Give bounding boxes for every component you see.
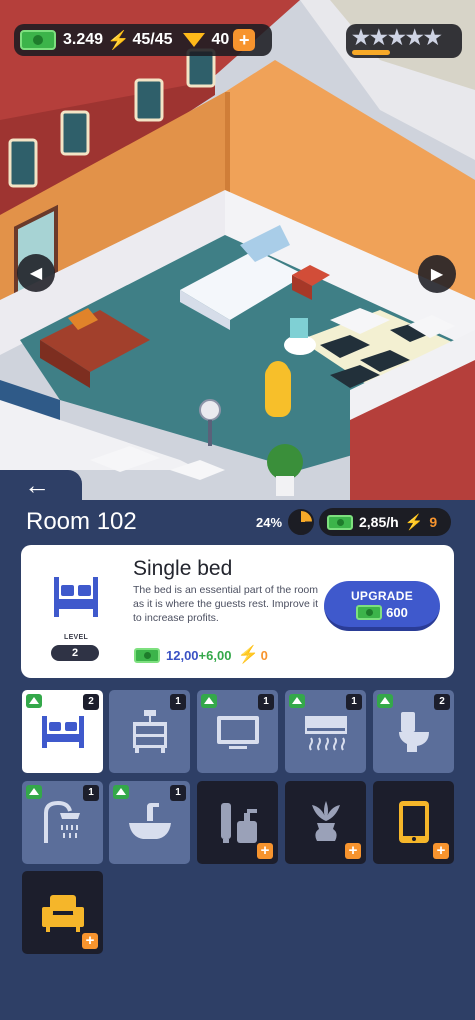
upgrade-available-icon <box>26 785 42 799</box>
unlock-plus-button[interactable]: + <box>82 933 98 949</box>
rating-stars-icon: ★★★★★ <box>352 26 442 49</box>
level-label: LEVEL <box>64 634 89 641</box>
item-count: 1 <box>83 785 99 801</box>
item-tile-bed[interactable]: 2 <box>22 690 103 773</box>
unlock-plus-button[interactable]: + <box>257 843 273 859</box>
upgrade-available-icon <box>289 694 305 708</box>
completion-pie-icon <box>288 509 315 535</box>
previous-room-button[interactable]: ◀ <box>17 254 55 292</box>
item-count: 2 <box>83 694 99 710</box>
back-button[interactable]: ← <box>0 470 82 500</box>
game-scene[interactable]: 3.249 ⚡ 45/45 40 + ★★★★★ ◀ ▶ <box>0 0 475 500</box>
tablet-icon <box>399 801 429 843</box>
shower-icon <box>44 800 80 843</box>
resource-bar: 3.249 ⚡ 45/45 40 + <box>14 24 272 56</box>
item-tile-toilet[interactable]: 2 <box>373 690 454 773</box>
level-badge: 2 <box>51 645 99 661</box>
room-income: 2,85/h ⚡ 9 <box>319 508 451 536</box>
cash-icon <box>327 514 353 530</box>
next-room-button[interactable]: ▶ <box>418 255 456 293</box>
sink-icon <box>129 803 171 839</box>
income-value: 12,00 <box>166 647 199 663</box>
item-count: 1 <box>170 694 186 710</box>
upgrade-available-icon <box>113 785 129 799</box>
tv-icon <box>217 716 259 749</box>
unlock-plus-button[interactable]: + <box>433 843 449 859</box>
item-count: 1 <box>258 694 274 710</box>
plant-vase-icon <box>312 801 340 841</box>
room-completion-value: 24% <box>256 514 283 530</box>
item-tile-armchair[interactable]: + <box>22 871 103 954</box>
item-tile-tablet[interactable]: + <box>373 781 454 864</box>
item-tile-air-conditioner[interactable]: 1 <box>285 690 366 773</box>
item-title: Single bed <box>133 557 233 580</box>
upgrade-button[interactable]: UPGRADE 600 <box>324 581 440 631</box>
bed-icon <box>42 716 84 748</box>
room-completion: 24% <box>256 509 315 535</box>
gem-amount: 40 <box>211 31 230 48</box>
income-bonus: +6,00 <box>198 647 232 663</box>
energy-icon: ⚡ <box>107 29 130 50</box>
item-count: 2 <box>434 694 450 710</box>
item-tile-plant[interactable]: + <box>285 781 366 864</box>
item-count: 1 <box>170 785 186 801</box>
item-tile-nightstand[interactable]: 1 <box>109 690 190 773</box>
unlock-plus-button[interactable]: + <box>345 843 361 859</box>
energy-amount: 45/45 <box>132 31 173 48</box>
item-stats: 12,00 +6,00 ⚡ 0 <box>134 645 268 665</box>
toiletries-icon <box>221 803 257 843</box>
cash-icon <box>20 30 56 50</box>
buy-gems-button[interactable]: + <box>233 29 256 51</box>
nightstand-icon <box>133 710 167 753</box>
item-count: 1 <box>346 694 362 710</box>
item-detail-card: LEVEL 2 Single bed The bed is an essenti… <box>21 545 454 678</box>
item-tile-toiletries[interactable]: + <box>197 781 278 864</box>
gem-icon <box>182 33 205 47</box>
income-rate: 2,85/h <box>359 514 399 530</box>
air-conditioner-icon <box>305 716 347 751</box>
item-tile-sink[interactable]: 1 <box>109 781 190 864</box>
upgrade-available-icon <box>377 694 393 708</box>
energy-value: 0 <box>260 647 268 663</box>
room-energy-cost: 9 <box>429 514 438 530</box>
energy-icon: ⚡ <box>237 645 259 664</box>
item-description: The bed is an essential part of the room… <box>133 584 319 624</box>
rating-progress-bar <box>352 49 390 55</box>
cash-icon <box>356 604 383 620</box>
hotel-rating[interactable]: ★★★★★ <box>346 24 462 58</box>
cash-icon <box>134 647 160 663</box>
bed-icon <box>54 577 98 617</box>
hotel-room-illustration <box>0 0 475 500</box>
room-title: Room 102 <box>26 508 137 535</box>
item-tile-shower[interactable]: 1 <box>22 781 103 864</box>
toilet-icon <box>399 712 429 752</box>
upgrade-available-icon <box>201 694 217 708</box>
upgrade-label: UPGRADE <box>350 588 414 603</box>
upgrade-cost: 600 <box>356 604 408 620</box>
upgrade-available-icon <box>26 694 42 708</box>
cash-amount: 3.249 <box>63 31 104 48</box>
armchair-icon <box>42 895 84 932</box>
energy-icon: ⚡ <box>404 514 424 531</box>
upgrade-cost-value: 600 <box>386 604 408 620</box>
item-tile-tv[interactable]: 1 <box>197 690 278 773</box>
